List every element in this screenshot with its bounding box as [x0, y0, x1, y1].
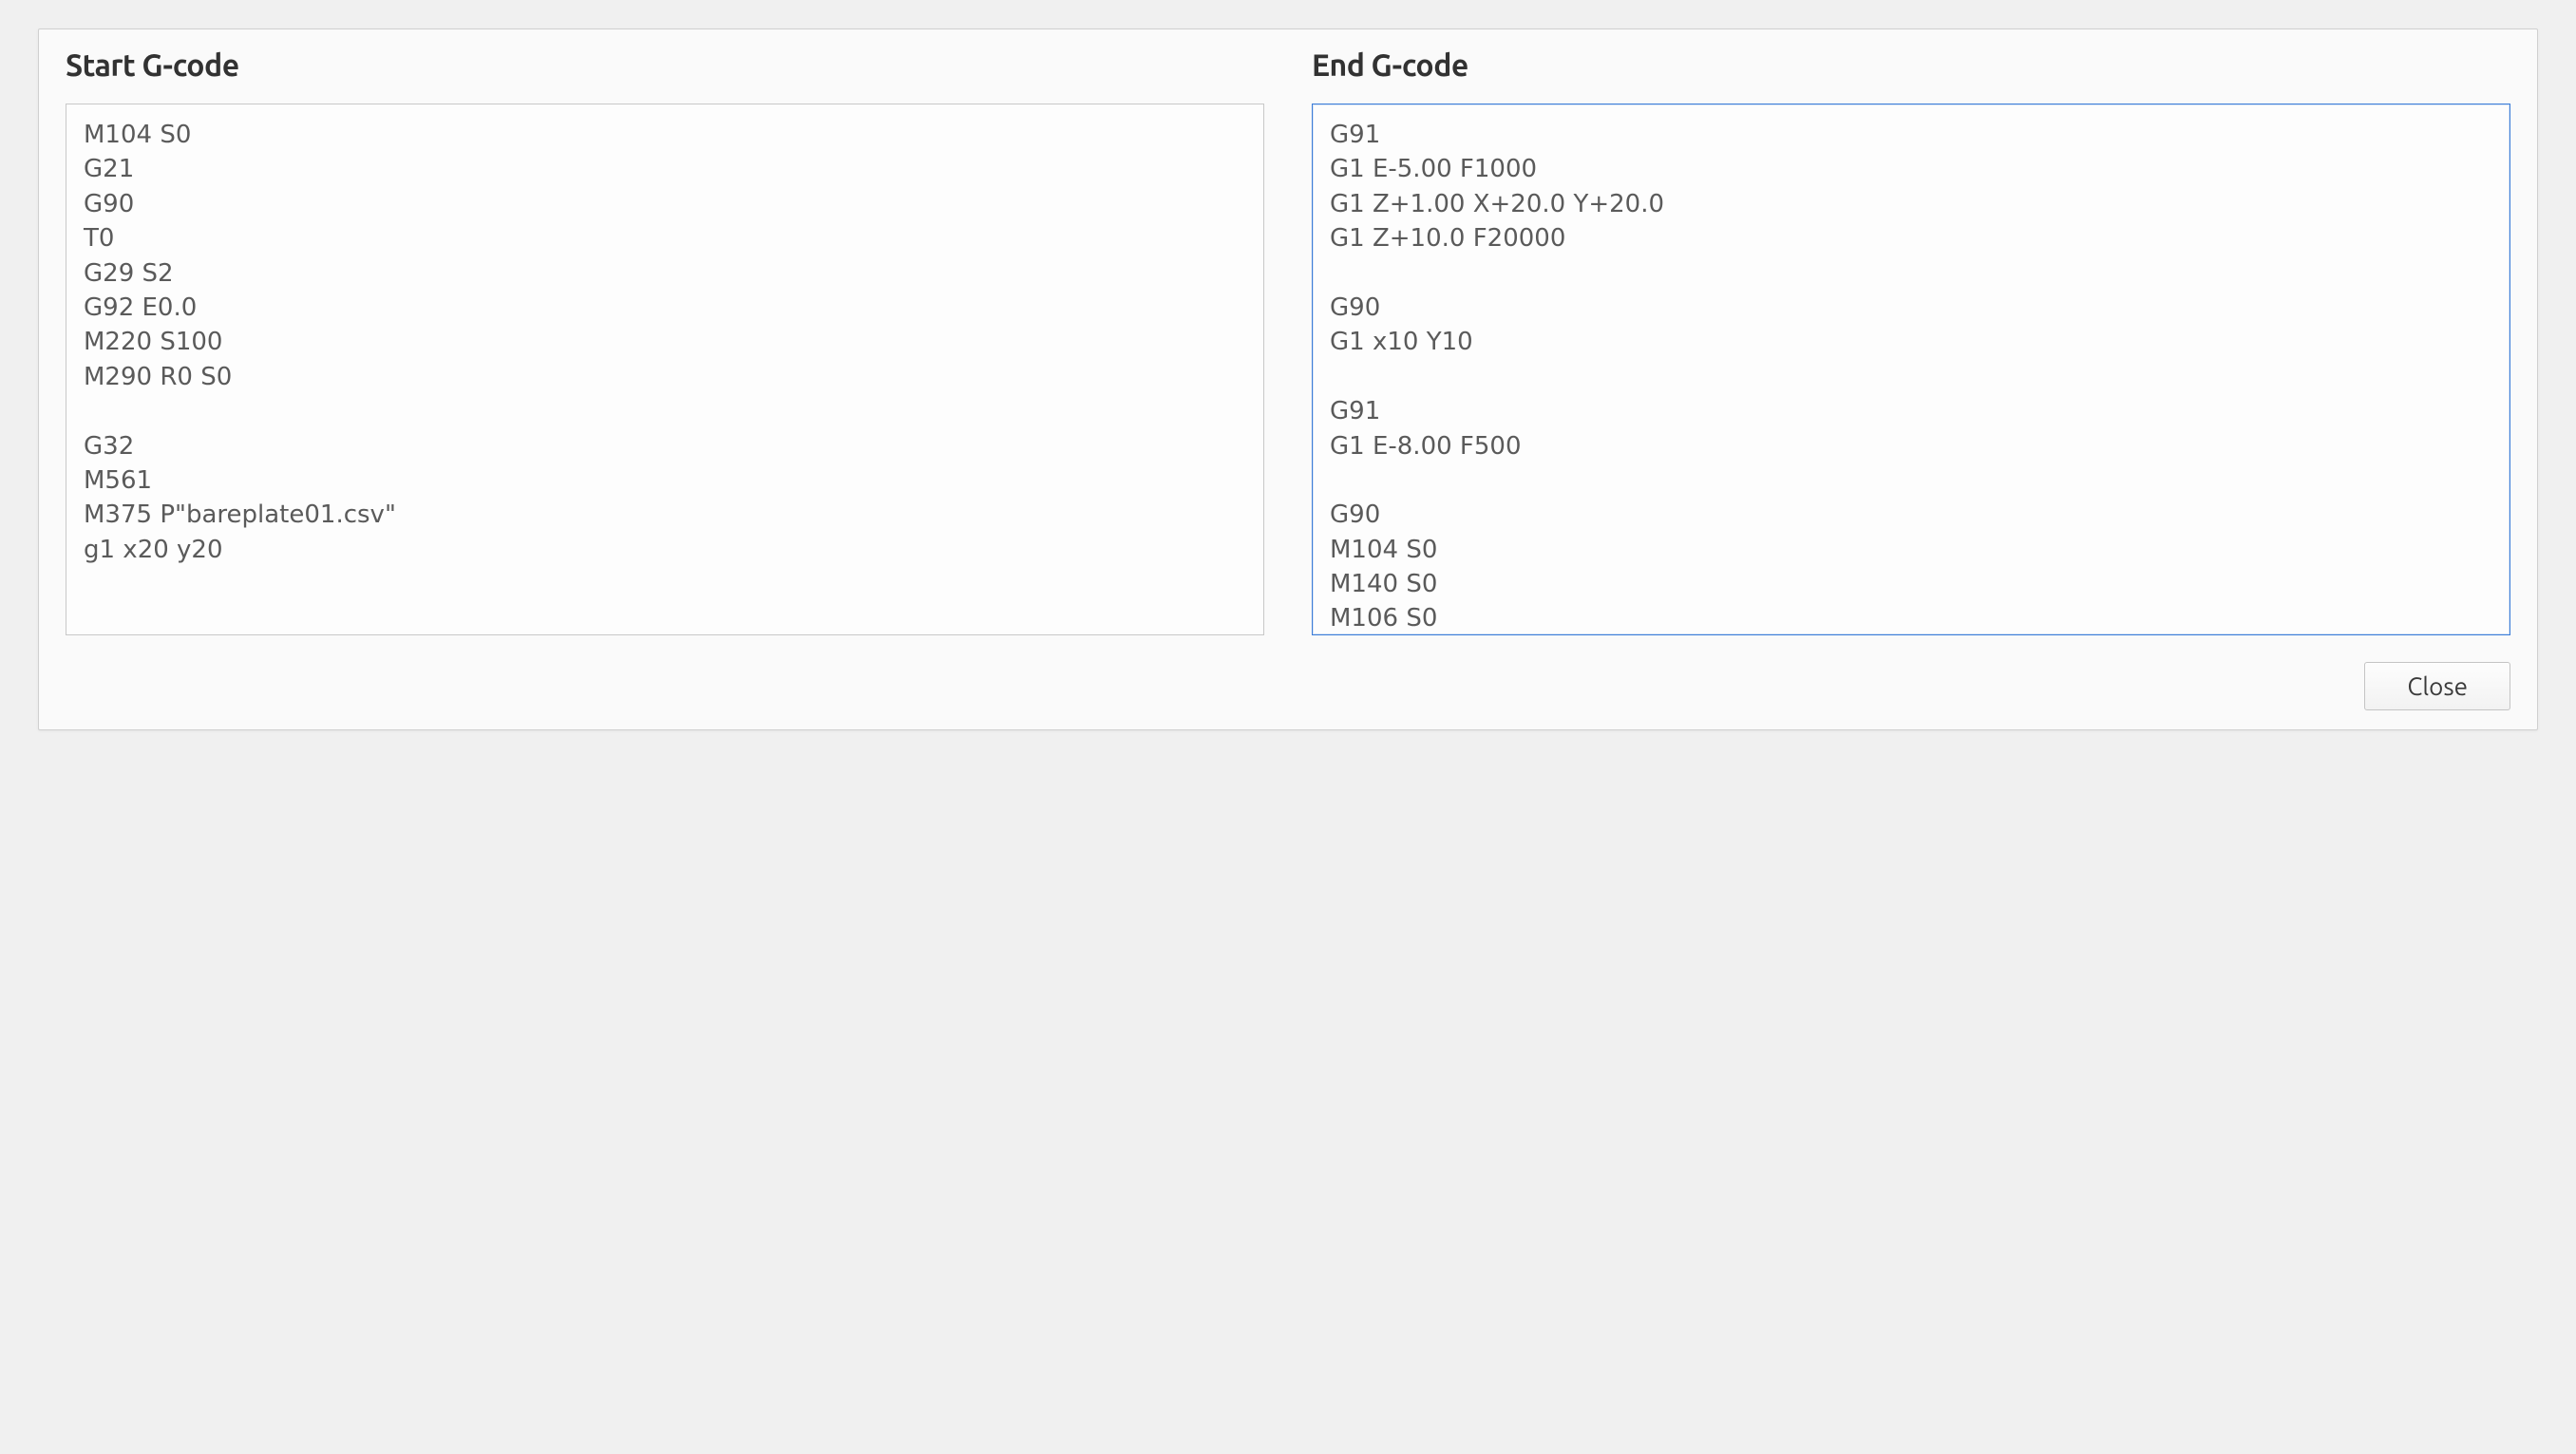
- start-gcode-column: Start G-code: [66, 48, 1264, 635]
- start-gcode-textarea[interactable]: [66, 104, 1264, 635]
- close-button[interactable]: Close: [2364, 662, 2510, 710]
- end-gcode-textarea[interactable]: [1312, 104, 2510, 635]
- end-gcode-column: End G-code: [1312, 48, 2510, 635]
- dialog-footer: Close: [66, 662, 2510, 710]
- start-gcode-heading: Start G-code: [66, 48, 1264, 83]
- columns-container: Start G-code End G-code: [66, 48, 2510, 635]
- end-gcode-heading: End G-code: [1312, 48, 2510, 83]
- gcode-settings-dialog: Start G-code End G-code Close: [38, 28, 2538, 730]
